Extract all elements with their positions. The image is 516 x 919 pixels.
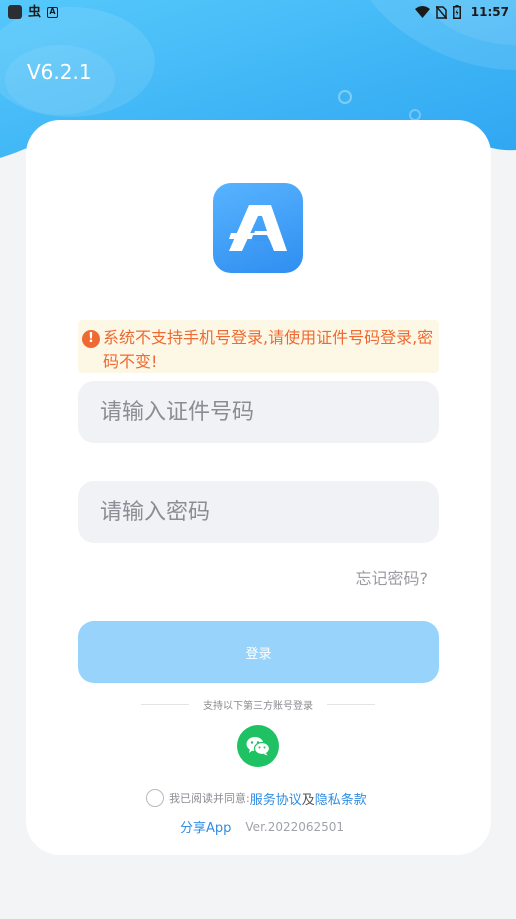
no-sim-icon [435, 5, 447, 19]
status-time: 11:57 [470, 5, 509, 19]
privacy-policy-link[interactable]: 隐私条款 [315, 789, 367, 808]
bug-icon: 虫 [28, 4, 42, 20]
password-input[interactable] [78, 481, 439, 543]
id-number-input[interactable] [78, 381, 439, 443]
warning-icon: ! [82, 330, 100, 348]
battery-icon [452, 5, 461, 19]
a-badge-icon: A [47, 6, 59, 18]
service-agreement-link[interactable]: 服务协议 [250, 789, 302, 808]
divider-line-right [327, 703, 375, 705]
wifi-icon [414, 6, 430, 18]
divider-line-left [141, 703, 189, 705]
third-party-label: 支持以下第三方账号登录 [203, 700, 313, 712]
status-right: 11:57 [414, 5, 509, 19]
share-app-link[interactable]: 分享App [180, 817, 231, 836]
app-logo [213, 183, 303, 273]
third-party-divider: 支持以下第三方账号登录 [141, 697, 375, 712]
build-version: Ver.2022062501 [245, 819, 345, 834]
agreement-row: 我已阅读并同意: 服务协议 及 隐私条款 [146, 788, 367, 808]
notice-banner: ! 系统不支持手机号登录,请使用证件号码登录,密码不变! [78, 320, 439, 373]
wechat-login-button[interactable] [237, 725, 279, 767]
status-bar: 虫 A 11:57 [0, 0, 516, 24]
agreement-and: 及 [301, 792, 315, 808]
app-notification-icon [8, 5, 22, 19]
status-left: 虫 A [8, 4, 59, 20]
app-version: V6.2.1 [27, 60, 92, 84]
login-button[interactable]: 登录 [78, 621, 439, 683]
forgot-password-link[interactable]: 忘记密码? [356, 565, 429, 589]
wechat-icon [246, 737, 270, 756]
footer-row: 分享App Ver.2022062501 [180, 817, 345, 837]
agreement-prefix: 我已阅读并同意: [169, 792, 250, 805]
notice-text: 系统不支持手机号登录,请使用证件号码登录,密码不变! [103, 328, 434, 371]
agreement-checkbox[interactable] [146, 789, 164, 807]
